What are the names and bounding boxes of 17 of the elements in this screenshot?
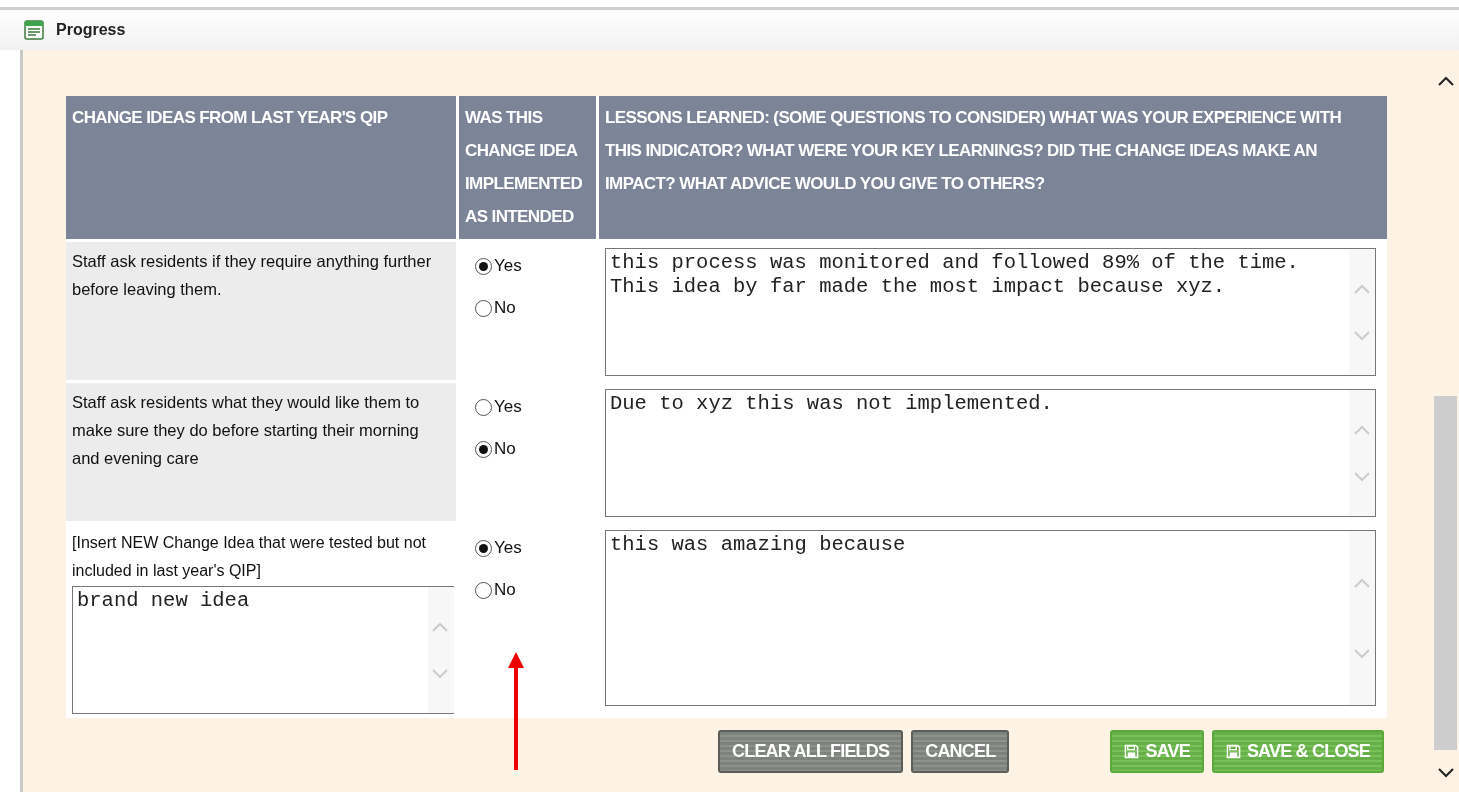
- radio-option[interactable]: No: [475, 580, 516, 600]
- window-icon: [24, 20, 44, 40]
- column-header: CHANGE IDEAS FROM LAST YEAR'S QIP: [66, 96, 456, 239]
- idea-label: [Insert NEW Change Idea that were tested but not included in last year's QIP]: [71, 533, 427, 581]
- column-header: WAS THIS CHANGE IDEA IMPLEMENTED AS INTENDED: [459, 96, 596, 239]
- window-title: Progress: [56, 21, 126, 39]
- scroll-up-icon[interactable]: [1437, 76, 1454, 86]
- radio-option[interactable]: No: [475, 298, 516, 318]
- radio-option[interactable]: Yes: [475, 256, 522, 276]
- scroll-down-icon[interactable]: [1437, 768, 1454, 778]
- table-cell: Staff ask residents what they would like them to make sure they do before starting their morning and evening care: [66, 383, 456, 521]
- column-header: LESSONS LEARNED: (SOME QUESTIONS TO CONSIDER) WHAT WAS YOUR EXPERIENCE WITH THIS INDICATOR? WHAT WERE YOUR KEY LEARNINGS? DID THE CHANGE IDEAS MAKE AN IMPACT? WHAT ADVICE WOULD YOU GIVE TO OTHERS?: [599, 96, 1387, 239]
- radio-option[interactable]: Yes: [475, 538, 522, 558]
- radio-option[interactable]: Yes: [475, 397, 522, 417]
- scrollbar-thumb[interactable]: [1434, 396, 1457, 750]
- table-cell: Staff ask residents if they require anything further before leaving them.: [66, 242, 456, 380]
- radio-option[interactable]: No: [475, 439, 516, 459]
